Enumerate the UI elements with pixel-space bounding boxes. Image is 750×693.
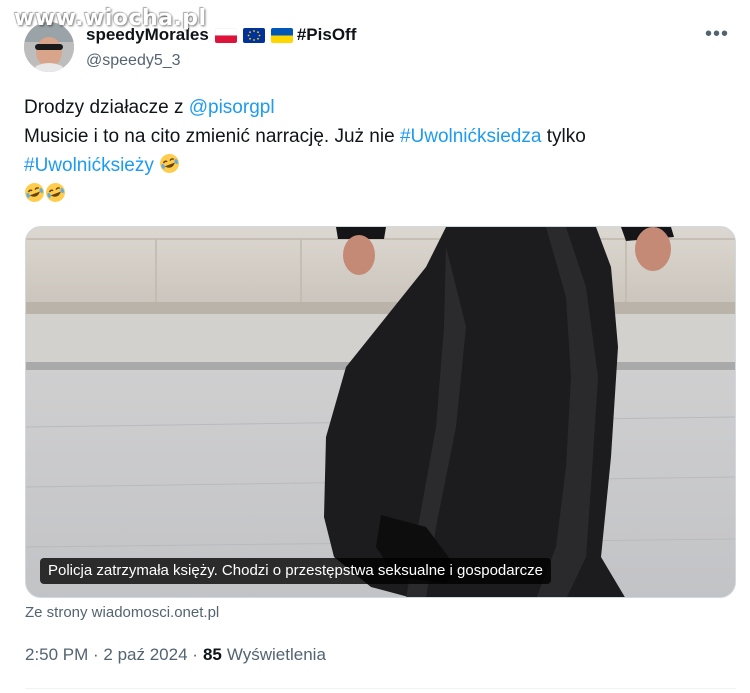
views-count: 85 [202,645,222,664]
tweet-line-4 [24,180,724,209]
tweet-text: Drodzy działacze z @pisorgpl Musicie i t… [24,93,724,209]
hashtag-link[interactable]: #Uwolnićksiedza [400,126,542,147]
views-label: Wyświetlenia [226,645,326,664]
link-card[interactable]: Policja zatrzymała księży. Chodzi o prze… [25,226,736,598]
mention-link[interactable]: @pisorgpl [189,97,275,118]
tweet-line-2: Musicie i to na cito zmienić narrację. J… [24,122,724,151]
laughing-emoji-icon [45,182,66,203]
card-title: Policja zatrzymała księży. Chodzi o prze… [40,558,551,584]
laughing-emoji-icon [159,153,180,174]
tweet-text-segment: Musicie i to na cito zmienić narrację. J… [24,126,400,147]
tweet-line-3: #Uwolnićksieży [24,151,724,180]
card-photo [26,227,735,597]
user-handle[interactable]: @speedy5_3 [86,52,356,70]
display-name-hashtag: #PisOff [296,25,357,44]
tweet-line-1: Drodzy działacze z @pisorgpl [24,93,724,122]
tweet-text-segment: Drodzy działacze z [24,97,189,118]
hashtag-link[interactable]: #Uwolnićksieży [24,155,154,176]
tweet-text-segment: tylko [541,126,586,147]
timestamp[interactable]: 2:50 PM · 2 paź 2024 · [25,645,198,665]
tweet-metadata: 2:50 PM · 2 paź 2024 · 85 Wyświetlenia [25,645,326,665]
card-source-link[interactable]: Ze strony wiadomosci.onet.pl [25,604,219,621]
ukraine-flag-icon [270,27,293,43]
divider [25,688,736,689]
eu-flag-icon [242,27,265,43]
laughing-emoji-icon [24,182,45,203]
poland-flag-icon [214,27,237,43]
watermark: www.wiocha.pl [14,6,207,31]
more-options-button[interactable]: ••• [702,24,732,48]
